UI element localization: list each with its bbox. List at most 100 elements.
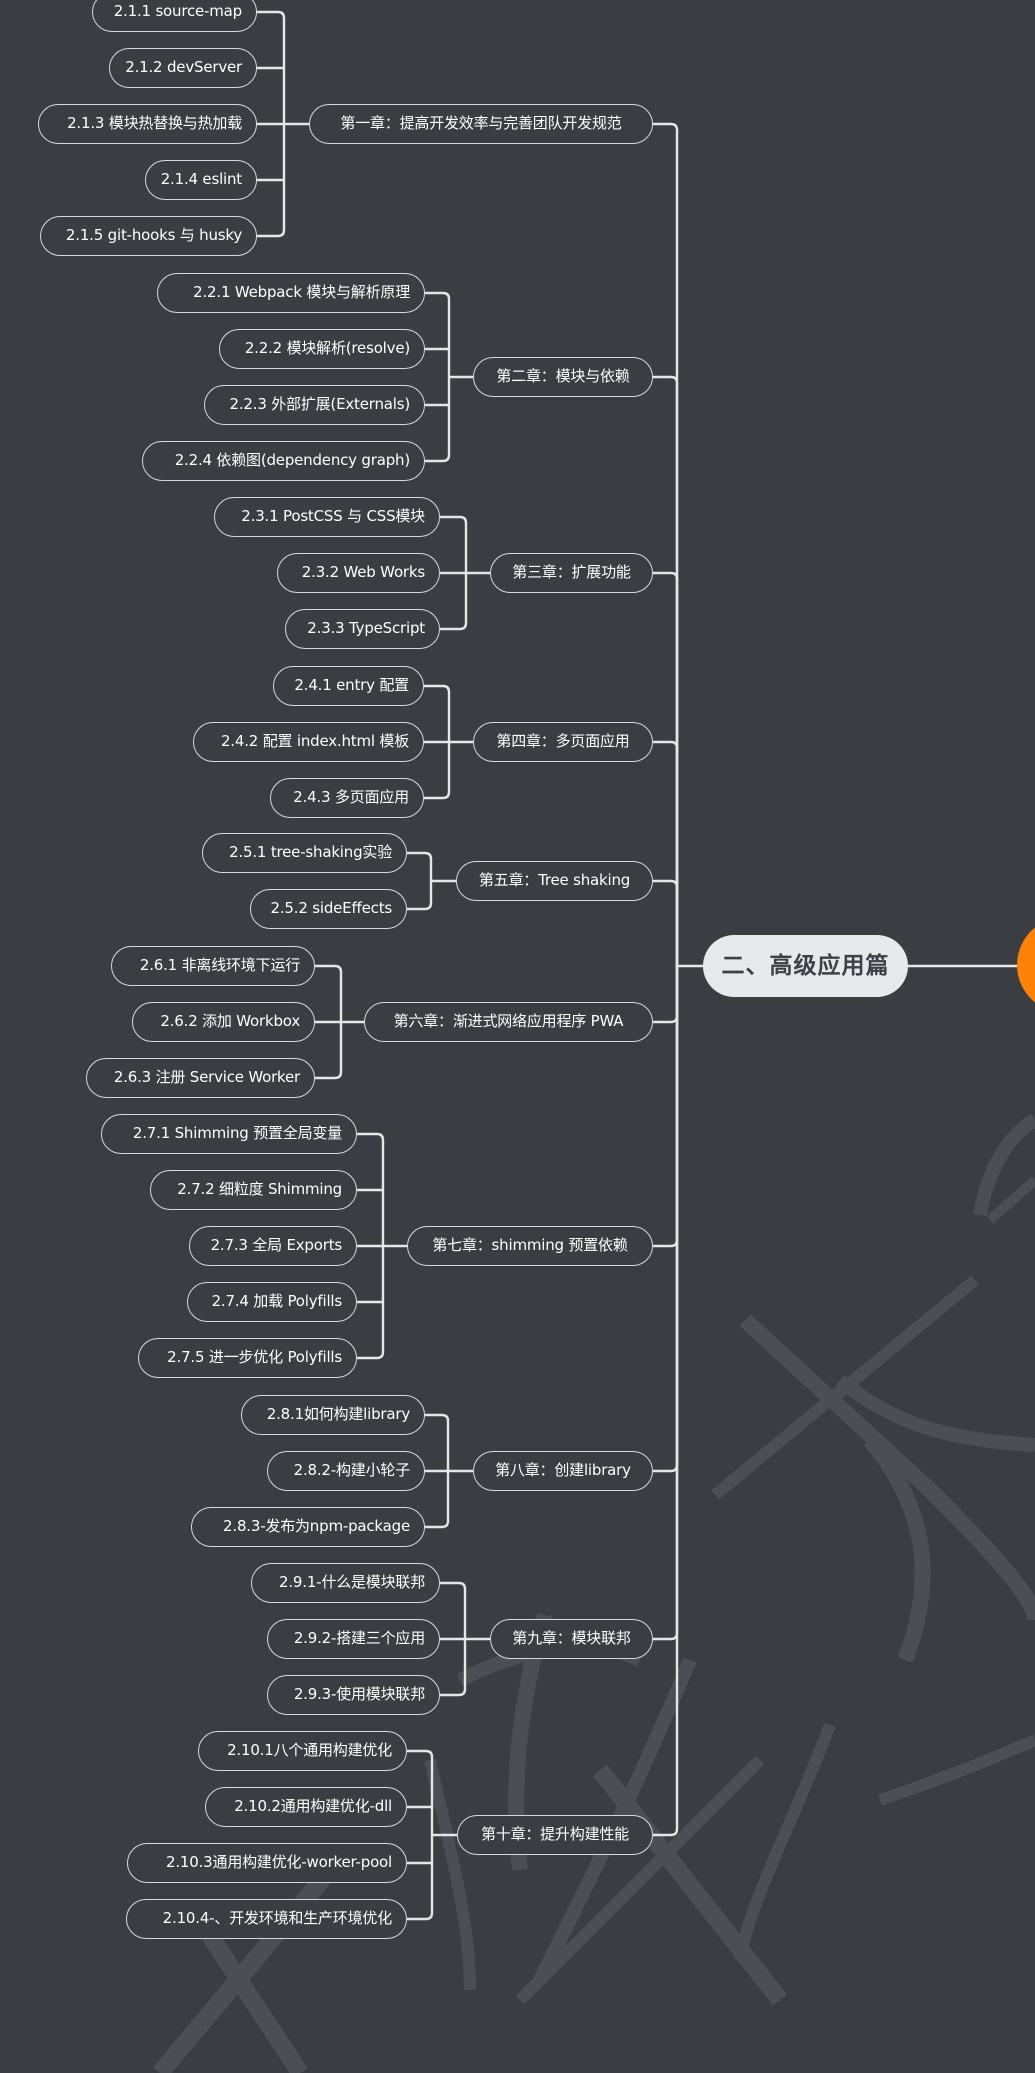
chapter-to-trunk-line xyxy=(653,740,679,966)
subtopic-node[interactable]: 2.9.1-什么是模块联邦 xyxy=(251,1563,440,1603)
subtopic-node[interactable]: 2.2.1 Webpack 模块与解析原理 xyxy=(157,273,425,313)
subtopic-node[interactable]: 2.4.2 配置 index.html 模板 xyxy=(193,722,424,762)
subtopic-node[interactable]: 2.2.2 模块解析(resolve) xyxy=(219,329,425,369)
subtopic-node[interactable]: 2.2.3 外部扩展(Externals) xyxy=(204,385,425,425)
chapter-to-trunk-line xyxy=(653,966,679,1024)
subtopic-connector-line xyxy=(440,515,468,573)
subtopic-node[interactable]: 2.3.3 TypeScript xyxy=(285,609,440,649)
chapter-node[interactable]: 第四章：多页面应用 xyxy=(473,722,653,762)
subtopic-node[interactable]: 2.9.3-使用模块联邦 xyxy=(267,1675,440,1715)
subtopic-node[interactable]: 2.5.2 sideEffects xyxy=(250,889,407,929)
subtopic-node[interactable]: 2.8.2-构建小轮子 xyxy=(267,1451,425,1491)
subtopic-node[interactable]: 2.7.4 加载 Polyfills xyxy=(187,1282,357,1322)
subtopic-node[interactable]: 2.8.1如何构建library xyxy=(241,1395,425,1435)
subtopic-label: 2.1.1 source-map xyxy=(113,2,242,20)
subtopic-connector-line xyxy=(424,742,451,800)
chapter-to-trunk-line xyxy=(653,375,679,966)
chapter-label: 第四章：多页面应用 xyxy=(496,732,630,750)
subtopic-node[interactable]: 2.6.1 非离线环境下运行 xyxy=(111,946,315,986)
subtopic-connector-line xyxy=(407,1749,434,1835)
subtopic-node[interactable]: 2.6.3 注册 Service Worker xyxy=(86,1058,315,1098)
subtopic-node[interactable]: 2.4.1 entry 配置 xyxy=(273,666,424,706)
subtopic-node[interactable]: 2.7.3 全局 Exports xyxy=(189,1226,357,1266)
chapter-label: 第六章：渐进式网络应用程序 PWA xyxy=(393,1012,624,1030)
subtopic-label: 2.2.2 模块解析(resolve) xyxy=(244,339,410,357)
subtopic-node[interactable]: 2.1.5 git-hooks 与 husky xyxy=(40,216,257,256)
chapter-to-trunk-line xyxy=(653,571,679,966)
chapter-label: 第九章：模块联邦 xyxy=(512,1629,631,1647)
chapter-node[interactable]: 第五章：Tree shaking xyxy=(456,861,653,901)
chapter-node[interactable]: 第七章：shimming 预置依赖 xyxy=(407,1226,653,1266)
subtopic-connector-line xyxy=(315,1022,343,1080)
subtopic-node[interactable]: 2.7.2 细粒度 Shimming xyxy=(150,1170,357,1210)
subtopic-label: 2.7.4 加载 Polyfills xyxy=(211,1292,343,1310)
subtopic-label: 2.5.1 tree-shaking实验 xyxy=(229,843,392,861)
chapter-node[interactable]: 第一章：提高开发效率与完善团队开发规范 xyxy=(309,104,653,144)
subtopic-node[interactable]: 2.1.2 devServer xyxy=(109,48,257,88)
subtopic-label: 2.2.3 外部扩展(Externals) xyxy=(229,395,411,413)
chapter-node[interactable]: 第二章：模块与依赖 xyxy=(473,357,653,397)
subtopic-label: 2.6.1 非离线环境下运行 xyxy=(139,956,300,974)
chapter-to-trunk-line xyxy=(653,122,679,966)
subtopic-label: 2.1.5 git-hooks 与 husky xyxy=(65,226,242,244)
chapter-to-trunk-line xyxy=(653,966,679,1641)
subtopic-connector-line xyxy=(425,1471,450,1529)
subtopic-node[interactable]: 2.3.2 Web Works xyxy=(277,553,440,593)
subtopic-node[interactable]: 2.10.1八个通用构建优化 xyxy=(198,1731,407,1771)
subtopic-node[interactable]: 2.1.1 source-map xyxy=(92,0,257,32)
subtopic-label: 2.2.1 Webpack 模块与解析原理 xyxy=(193,283,410,301)
subtopic-connector-line xyxy=(425,377,451,463)
chapter-node[interactable]: 第九章：模块联邦 xyxy=(490,1619,653,1659)
chapter-node[interactable]: 第八章：创建library xyxy=(473,1451,653,1491)
chapter-node[interactable]: 第六章：渐进式网络应用程序 PWA xyxy=(364,1002,653,1042)
subtopic-connector-line xyxy=(407,851,433,881)
subtopic-label: 2.1.2 devServer xyxy=(125,58,242,76)
chapter-to-trunk-line xyxy=(653,966,679,1248)
subtopic-label: 2.5.2 sideEffects xyxy=(270,899,393,917)
subtopic-label: 2.10.4-、开发环境和生产环境优化 xyxy=(162,1909,393,1927)
subtopic-connector-line xyxy=(440,573,468,631)
subtopic-connector-line xyxy=(407,881,433,911)
subtopic-connector-line xyxy=(315,964,343,1022)
subtopic-label: 2.1.3 模块热替换与热加载 xyxy=(67,114,242,132)
subtopic-label: 2.3.2 Web Works xyxy=(301,563,425,581)
chapter-label: 第一章：提高开发效率与完善团队开发规范 xyxy=(340,114,622,132)
chapter-label: 第八章：创建library xyxy=(495,1461,631,1479)
subtopic-connector-line xyxy=(440,1581,467,1639)
subtopic-node[interactable]: 2.4.3 多页面应用 xyxy=(270,778,424,818)
subtopic-label: 2.8.2-构建小轮子 xyxy=(293,1461,411,1479)
chapter-label: 第三章：扩展功能 xyxy=(512,563,631,581)
chapter-label: 第七章：shimming 预置依赖 xyxy=(432,1236,628,1254)
subtopic-node[interactable]: 2.7.5 进一步优化 Polyfills xyxy=(138,1338,357,1378)
subtopic-node[interactable]: 2.10.4-、开发环境和生产环境优化 xyxy=(126,1899,407,1939)
subtopic-connector-line xyxy=(440,1639,467,1697)
subtopic-label: 2.3.1 PostCSS 与 CSS模块 xyxy=(241,507,425,525)
subtopic-connector-line xyxy=(424,684,451,742)
subtopic-connector-line xyxy=(425,1413,450,1471)
chapter-node[interactable]: 第三章：扩展功能 xyxy=(490,553,653,593)
subtopic-label: 2.8.3-发布为npm-package xyxy=(223,1517,410,1535)
subtopic-label: 2.1.4 eslint xyxy=(160,170,243,188)
subtopic-connector-line xyxy=(407,1835,434,1921)
chapter-to-trunk-line xyxy=(653,879,679,966)
chapter-label: 第二章：模块与依赖 xyxy=(496,367,630,385)
subtopic-label: 2.3.3 TypeScript xyxy=(307,619,425,637)
subtopic-connector-line xyxy=(425,291,451,377)
subtopic-node[interactable]: 2.10.2通用构建优化-dll xyxy=(205,1787,407,1827)
subtopic-node[interactable]: 2.9.2-搭建三个应用 xyxy=(267,1619,440,1659)
root-topic[interactable]: 二、高级应用篇 xyxy=(703,935,908,997)
subtopic-label: 2.10.2通用构建优化-dll xyxy=(234,1797,392,1815)
subtopic-node[interactable]: 2.6.2 添加 Workbox xyxy=(132,1002,315,1042)
chapter-node[interactable]: 第十章：提升构建性能 xyxy=(457,1815,653,1855)
subtopic-node[interactable]: 2.5.1 tree-shaking实验 xyxy=(202,833,407,873)
subtopic-label: 2.7.2 细粒度 Shimming xyxy=(177,1180,342,1198)
subtopic-node[interactable]: 2.8.3-发布为npm-package xyxy=(191,1507,425,1547)
subtopic-label: 2.7.5 进一步优化 Polyfills xyxy=(167,1348,342,1366)
subtopic-label: 2.7.1 Shimming 预置全局变量 xyxy=(132,1124,342,1142)
subtopic-node[interactable]: 2.2.4 依赖图(dependency graph) xyxy=(142,441,425,481)
subtopic-node[interactable]: 2.1.3 模块热替换与热加载 xyxy=(38,104,257,144)
subtopic-node[interactable]: 2.10.3通用构建优化-worker-pool xyxy=(127,1843,407,1883)
subtopic-node[interactable]: 2.3.1 PostCSS 与 CSS模块 xyxy=(214,497,440,537)
subtopic-node[interactable]: 2.7.1 Shimming 预置全局变量 xyxy=(101,1114,357,1154)
subtopic-node[interactable]: 2.1.4 eslint xyxy=(145,160,257,200)
